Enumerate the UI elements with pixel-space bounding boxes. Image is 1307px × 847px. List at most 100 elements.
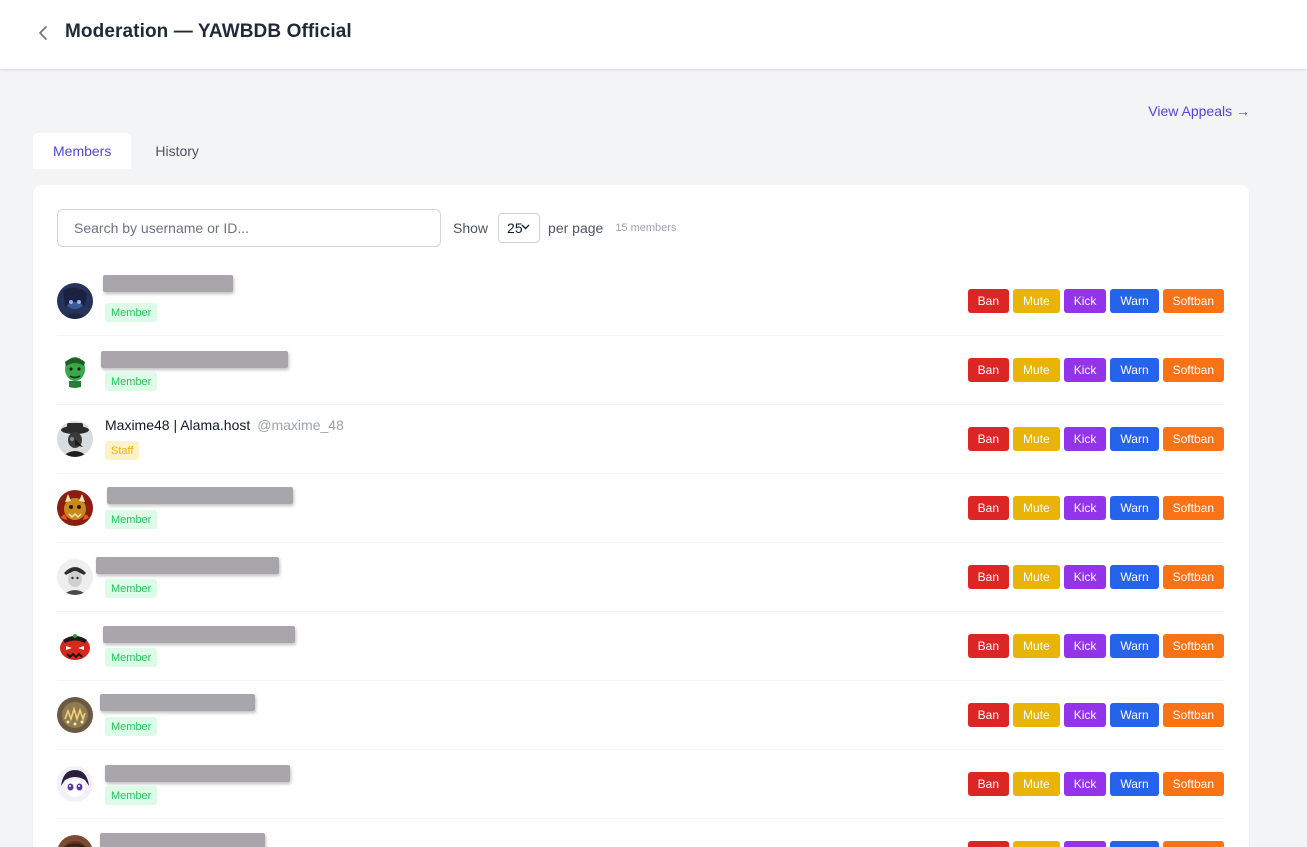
kick-button[interactable]: Kick [1063, 289, 1107, 313]
tab-bar: Members History [33, 133, 219, 169]
per-page-label: per page [548, 220, 604, 236]
moderation-actions: Ban Mute Kick Warn Softban [967, 565, 1224, 589]
back-chevron-icon[interactable] [34, 24, 52, 42]
ban-button[interactable]: Ban [967, 358, 1010, 382]
member-row: Member Ban Mute Kick Warn Softban [57, 819, 1224, 847]
role-badge: Member [105, 303, 158, 322]
mute-button[interactable]: Mute [1013, 703, 1060, 727]
member-row: Maxime48 | Alama.host @maxime_48 Staff Ba… [57, 405, 1224, 474]
tab-members[interactable]: Members [33, 133, 132, 169]
role-badge: Member [105, 717, 158, 736]
chevron-down-icon [521, 224, 530, 230]
kick-button[interactable]: Kick [1063, 634, 1107, 658]
avatar [57, 835, 93, 847]
moderation-actions: Ban Mute Kick Warn Softban [967, 634, 1224, 658]
mute-button[interactable]: Mute [1013, 841, 1060, 847]
per-page-select[interactable]: 25 [498, 213, 541, 243]
softban-button[interactable]: Softban [1162, 565, 1224, 589]
kick-button[interactable]: Kick [1063, 703, 1107, 727]
warn-button[interactable]: Warn [1110, 841, 1159, 847]
redacted-username [103, 275, 233, 292]
mute-button[interactable]: Mute [1013, 565, 1060, 589]
ban-button[interactable]: Ban [967, 703, 1010, 727]
mute-button[interactable]: Mute [1013, 289, 1060, 313]
kick-button[interactable]: Kick [1063, 496, 1107, 520]
mute-button[interactable]: Mute [1013, 427, 1060, 451]
kick-button[interactable]: Kick [1063, 565, 1107, 589]
warn-button[interactable]: Warn [1110, 358, 1159, 382]
members-card: Show 25 per page 15 members Member Ban M… [33, 185, 1249, 847]
role-badge: Member [105, 579, 158, 598]
softban-button[interactable]: Softban [1162, 634, 1224, 658]
moderation-actions: Ban Mute Kick Warn Softban [967, 289, 1224, 313]
avatar [57, 766, 93, 802]
ban-button[interactable]: Ban [967, 565, 1010, 589]
warn-button[interactable]: Warn [1110, 703, 1159, 727]
softban-button[interactable]: Softban [1162, 358, 1224, 382]
member-count: 15 members [615, 222, 677, 234]
mute-button[interactable]: Mute [1013, 358, 1060, 382]
warn-button[interactable]: Warn [1110, 427, 1159, 451]
page-title: Moderation — YAWBDB Official [65, 21, 352, 42]
avatar [57, 283, 93, 319]
moderation-actions: Ban Mute Kick Warn Softban [967, 496, 1224, 520]
kick-button[interactable]: Kick [1063, 841, 1107, 847]
moderation-actions: Ban Mute Kick Warn Softban [967, 358, 1224, 382]
kick-button[interactable]: Kick [1063, 358, 1107, 382]
moderation-actions: Ban Mute Kick Warn Softban [967, 772, 1224, 796]
moderation-actions: Ban Mute Kick Warn Softban [967, 703, 1224, 727]
member-name-line: Maxime48 | Alama.host @maxime_48 [105, 417, 344, 433]
softban-button[interactable]: Softban [1162, 841, 1224, 847]
member-row: Member Ban Mute Kick Warn Softban [57, 474, 1224, 543]
redacted-username [107, 487, 293, 504]
softban-button[interactable]: Softban [1162, 772, 1224, 796]
mute-button[interactable]: Mute [1013, 496, 1060, 520]
role-badge: Member [105, 786, 158, 805]
role-badge: Member [105, 372, 158, 391]
member-row: Member Ban Mute Kick Warn Softban [57, 750, 1224, 819]
avatar [57, 697, 93, 733]
avatar [57, 490, 93, 526]
role-badge: Member [105, 510, 158, 529]
mute-button[interactable]: Mute [1013, 772, 1060, 796]
kick-button[interactable]: Kick [1063, 427, 1107, 451]
warn-button[interactable]: Warn [1110, 289, 1159, 313]
softban-button[interactable]: Softban [1162, 703, 1224, 727]
ban-button[interactable]: Ban [967, 496, 1010, 520]
warn-button[interactable]: Warn [1110, 496, 1159, 520]
warn-button[interactable]: Warn [1110, 565, 1159, 589]
redacted-username [103, 626, 295, 643]
role-badge: Member [105, 648, 158, 667]
softban-button[interactable]: Softban [1162, 496, 1224, 520]
list-controls: Show 25 per page 15 members [57, 209, 676, 247]
softban-button[interactable]: Softban [1162, 427, 1224, 451]
redacted-username [96, 557, 279, 574]
redacted-username [101, 351, 288, 368]
kick-button[interactable]: Kick [1063, 772, 1107, 796]
ban-button[interactable]: Ban [967, 427, 1010, 451]
show-label: Show [453, 220, 489, 236]
mute-button[interactable]: Mute [1013, 634, 1060, 658]
member-name: Maxime48 | Alama.host [105, 417, 251, 433]
search-input[interactable] [57, 209, 441, 247]
moderation-actions: Ban Mute Kick Warn Softban [967, 841, 1224, 847]
member-row: Member Ban Mute Kick Warn Softban [57, 681, 1224, 750]
member-row: Member Ban Mute Kick Warn Softban [57, 612, 1224, 681]
top-bar: Moderation — YAWBDB Official [0, 0, 1307, 69]
ban-button[interactable]: Ban [967, 772, 1010, 796]
redacted-username [100, 833, 265, 847]
role-badge: Staff [105, 441, 140, 460]
warn-button[interactable]: Warn [1110, 634, 1159, 658]
view-appeals-link[interactable]: View Appeals → [1148, 103, 1250, 119]
tab-history[interactable]: History [135, 133, 219, 169]
ban-button[interactable]: Ban [967, 841, 1010, 847]
redacted-username [105, 765, 290, 782]
softban-button[interactable]: Softban [1162, 289, 1224, 313]
ban-button[interactable]: Ban [967, 634, 1010, 658]
avatar [57, 559, 93, 595]
redacted-username [100, 694, 255, 711]
warn-button[interactable]: Warn [1110, 772, 1159, 796]
ban-button[interactable]: Ban [967, 289, 1010, 313]
member-list: Member Ban Mute Kick Warn Softban Member… [57, 267, 1224, 847]
member-row: Member Ban Mute Kick Warn Softban [57, 267, 1224, 336]
